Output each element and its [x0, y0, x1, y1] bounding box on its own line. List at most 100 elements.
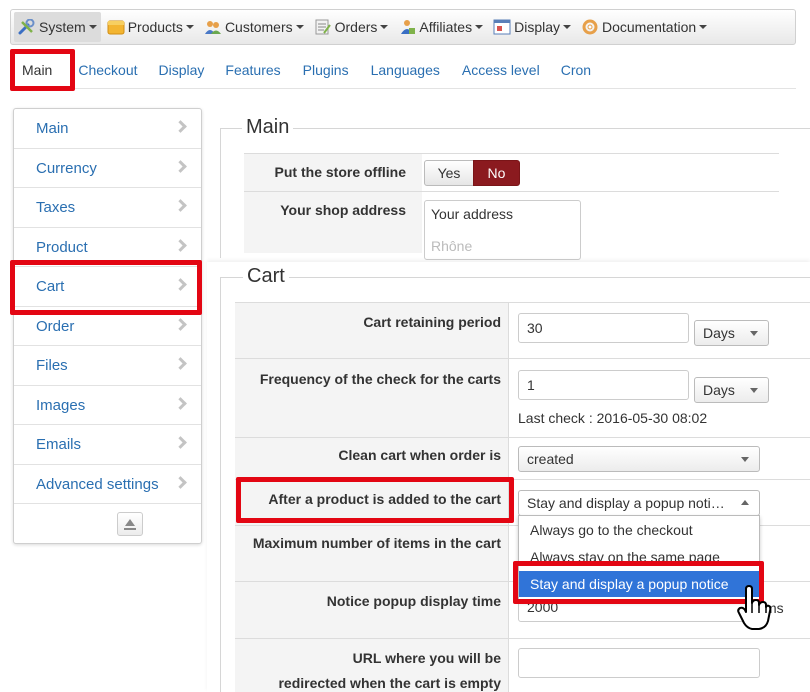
tab-access-level[interactable]: Access level	[452, 53, 550, 87]
chevron-down-icon	[380, 25, 389, 29]
sidebar-item-taxes[interactable]: Taxes	[14, 188, 201, 228]
sidebar-item-label: Order	[36, 317, 75, 335]
sidebar-item-label: Taxes	[36, 199, 76, 216]
settings-sidebar: Main Currency Taxes Product Cart Order F…	[13, 108, 202, 544]
menu-documentation-label: Documentation	[602, 19, 697, 35]
menu-display[interactable]: Display	[489, 12, 575, 42]
option-always-checkout[interactable]: Always go to the checkout	[519, 517, 759, 543]
sidebar-item-label: Advanced settings	[36, 475, 159, 493]
sidebar-item-main[interactable]: Main	[14, 109, 201, 149]
menu-customers-label: Customers	[224, 19, 293, 35]
check-frequency-unit-select[interactable]: Days	[694, 377, 769, 403]
cart-legend: Cart	[243, 265, 289, 288]
tab-cron[interactable]: Cron	[551, 53, 601, 87]
config-tabs: Main Checkout Display Features Plugins L…	[12, 52, 601, 88]
check-frequency-label: Frequency of the check for the carts	[259, 371, 501, 387]
chevron-down-icon	[563, 25, 571, 29]
scroll-top-button[interactable]	[117, 512, 143, 536]
clean-cart-label: Clean cart when order is	[338, 447, 501, 463]
wrench-icon	[18, 18, 36, 35]
chevron-up-icon	[741, 500, 749, 505]
chevron-right-icon	[174, 317, 187, 331]
highlight-cart-sidebar	[10, 260, 202, 315]
retaining-period-unit-select[interactable]: Days	[694, 320, 769, 346]
tabs-divider	[12, 88, 796, 89]
offline-yes-button[interactable]: Yes	[424, 160, 474, 186]
retaining-period-label: Cart retaining period	[363, 314, 501, 330]
chevron-right-icon	[174, 159, 187, 173]
hand-cursor-icon	[737, 585, 772, 631]
empty-cart-url-label-2: redirected when the cart is empty	[278, 675, 501, 691]
tab-display[interactable]: Display	[149, 53, 215, 87]
sidebar-item-currency[interactable]: Currency	[14, 149, 201, 188]
highlight-popup-option	[513, 561, 764, 604]
sidebar-item-label: Images	[36, 396, 86, 414]
notice-time-label: Notice popup display time	[326, 593, 501, 609]
address-line2: Rhône	[431, 238, 473, 254]
sidebar-item-label: Currency	[36, 159, 97, 177]
chevron-down-icon	[750, 331, 758, 336]
sidebar-item-label: Product	[36, 238, 88, 256]
box-icon	[107, 19, 125, 35]
tab-features[interactable]: Features	[215, 53, 290, 87]
offline-label: Put the store offline	[274, 164, 406, 180]
menu-affiliates[interactable]: Affiliates	[394, 12, 487, 42]
sidebar-item-advanced-settings[interactable]: Advanced settings	[14, 465, 201, 504]
main-legend: Main	[242, 116, 294, 139]
address-textarea[interactable]: Your address Rhône	[424, 200, 581, 260]
orders-icon	[314, 19, 332, 35]
top-menubar: System Products Customers Orders Affilia…	[10, 9, 796, 45]
chevron-right-icon	[174, 199, 187, 212]
chevron-right-icon	[174, 475, 187, 489]
sidebar-item-images[interactable]: Images	[14, 386, 201, 425]
menu-display-label: Display	[514, 19, 560, 35]
clean-cart-select[interactable]: created	[518, 446, 760, 472]
menu-orders-label: Orders	[334, 19, 378, 35]
menu-products[interactable]: Products	[103, 12, 198, 42]
sidebar-item-label: Emails	[36, 436, 82, 453]
address-value: Your address	[431, 206, 513, 222]
help-icon	[581, 19, 599, 35]
menu-customers[interactable]: Customers	[200, 12, 308, 42]
sidebar-item-files[interactable]: Files	[14, 346, 201, 386]
users-icon	[204, 19, 222, 35]
check-frequency-input[interactable]: 1	[518, 370, 689, 400]
sidebar-item-emails[interactable]: Emails	[14, 425, 201, 465]
chevron-right-icon	[174, 436, 187, 449]
last-check-text: Last check : 2016-05-30 08:02	[518, 410, 708, 426]
highlight-after-add-label	[236, 477, 514, 523]
max-items-label: Maximum number of items in the cart	[252, 535, 501, 551]
chevron-down-icon	[185, 25, 194, 29]
chevron-down-icon	[88, 25, 97, 29]
chevron-down-icon	[750, 388, 758, 393]
affiliates-icon	[398, 19, 416, 35]
address-label: Your shop address	[280, 202, 406, 218]
chevron-down-icon	[699, 25, 708, 29]
menu-products-label: Products	[127, 19, 183, 35]
menu-affiliates-label: Affiliates	[419, 19, 473, 35]
chevron-right-icon	[174, 238, 187, 252]
chevron-right-icon	[174, 396, 187, 410]
chevron-right-icon	[174, 357, 187, 370]
chevron-down-icon	[475, 25, 484, 29]
tab-plugins[interactable]: Plugins	[293, 53, 359, 87]
tab-languages[interactable]: Languages	[361, 53, 450, 87]
sidebar-item-label: Files	[36, 357, 68, 374]
empty-cart-url-input[interactable]	[518, 648, 760, 678]
menu-system[interactable]: System	[14, 12, 101, 42]
retaining-period-input[interactable]: 30	[518, 313, 689, 343]
arrow-up-icon	[125, 519, 135, 526]
empty-cart-url-label-1: URL where you will be	[352, 650, 501, 666]
tab-checkout[interactable]: Checkout	[68, 53, 147, 87]
chevron-right-icon	[174, 120, 187, 133]
highlight-main-tab	[10, 49, 75, 91]
menu-system-label: System	[39, 19, 86, 35]
menu-orders[interactable]: Orders	[310, 12, 393, 42]
sidebar-item-label: Main	[36, 120, 69, 137]
menu-documentation[interactable]: Documentation	[577, 12, 711, 42]
after-add-select[interactable]: Stay and display a popup noti…	[518, 490, 760, 516]
chevron-down-icon	[741, 457, 749, 462]
offline-no-button[interactable]: No	[473, 160, 520, 186]
display-icon	[493, 19, 511, 35]
chevron-down-icon	[295, 25, 304, 29]
